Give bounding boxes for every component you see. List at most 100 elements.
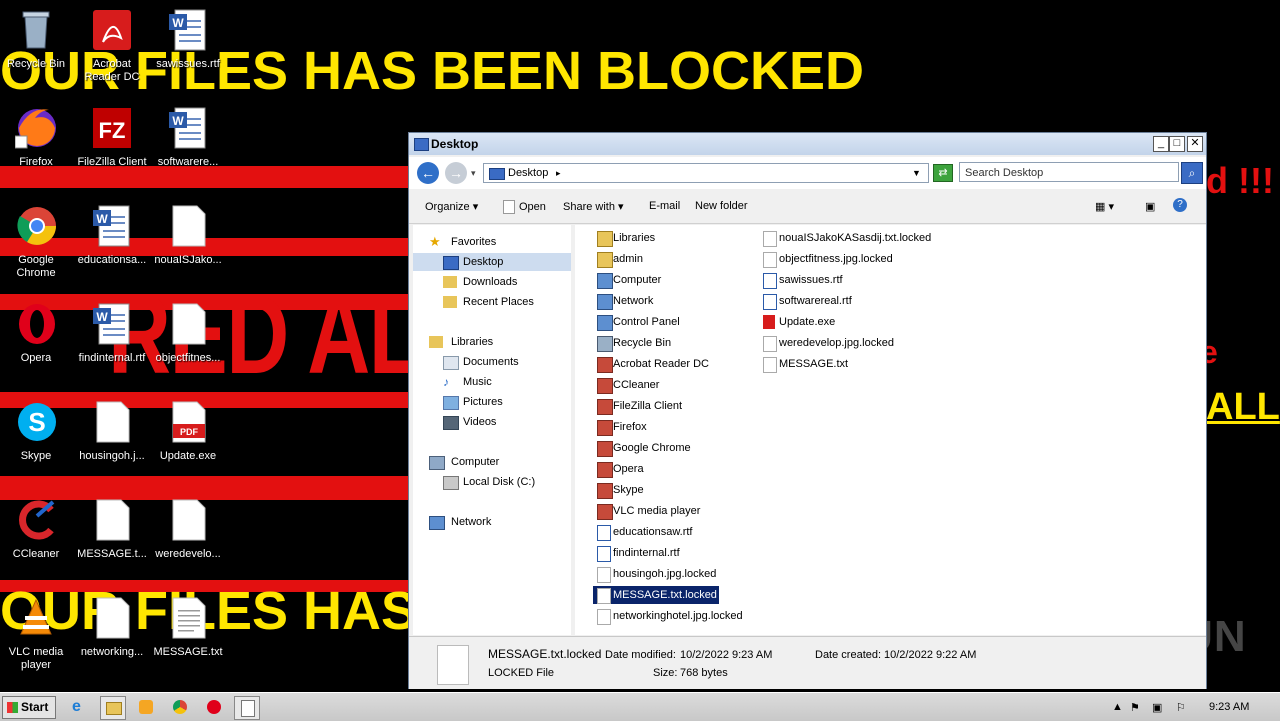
nav-desktop[interactable]: Desktop <box>413 253 571 271</box>
filezilla-icon: FZ <box>91 106 133 150</box>
file-item-recycle-bin[interactable]: Recycle Bin <box>593 334 719 352</box>
desktop-icon-acrobat[interactable]: Acrobat Reader DC <box>74 6 150 96</box>
file-type-icon <box>597 273 613 289</box>
desktop-icon-networking[interactable]: networking... <box>74 594 150 684</box>
file-item-admin[interactable]: admin <box>593 250 719 268</box>
explorer-taskbar-icon[interactable] <box>100 696 126 720</box>
preview-pane-icon[interactable]: ▣ <box>1145 200 1155 213</box>
search-icon[interactable]: ⌕ <box>1181 162 1203 184</box>
desktop-icon-housingoh[interactable]: housingoh.j... <box>74 398 150 488</box>
desktop-icon-filezilla[interactable]: FZ FileZilla Client <box>74 104 150 194</box>
maximize-button[interactable]: □ <box>1169 136 1185 152</box>
share-with-button[interactable]: Share with ▾ <box>563 200 624 213</box>
desktop-icon-objectfitness[interactable]: objectfitnes... <box>150 300 226 390</box>
file-item-objectfitness-jpg-locked[interactable]: objectfitness.jpg.locked <box>759 250 939 268</box>
help-icon[interactable]: ? <box>1173 198 1187 212</box>
desktop-icon-softwarereal[interactable]: W softwarere... <box>150 104 226 194</box>
clock[interactable]: 9:23 AM <box>1209 701 1249 713</box>
recent-pages-dropdown-icon[interactable]: ▾ <box>471 168 476 179</box>
file-item-softwarereal-rtf[interactable]: softwarereal.rtf <box>759 292 939 310</box>
address-bar[interactable]: Desktop ▸ ▼ <box>483 163 929 183</box>
notepad-taskbar-icon[interactable] <box>234 696 260 720</box>
desktop-icon-update-exe[interactable]: PDF Update.exe <box>150 398 226 488</box>
computer-icon <box>429 456 445 470</box>
file-item-sawissues-rtf[interactable]: sawissues.rtf <box>759 271 939 289</box>
desktop-icon-skype[interactable]: S Skype <box>0 398 74 488</box>
desktop-icon-weredevelop[interactable]: weredevelo... <box>150 496 226 586</box>
new-folder-button[interactable]: New folder <box>695 200 748 212</box>
start-button[interactable]: Start <box>2 696 56 719</box>
internet-explorer-icon[interactable]: e <box>68 696 92 718</box>
media-player-icon[interactable] <box>134 696 158 718</box>
close-button[interactable]: ✕ <box>1187 136 1203 152</box>
file-item-label: Libraries <box>613 232 656 244</box>
file-item-message-txt[interactable]: MESSAGE.txt <box>759 355 939 373</box>
desktop-icon-message-txt[interactable]: MESSAGE.txt <box>150 594 226 684</box>
chrome-taskbar-icon[interactable] <box>168 696 192 718</box>
file-item-selected[interactable]: MESSAGE.txt.locked <box>593 586 719 604</box>
file-item-vlc-media-player[interactable]: VLC media player <box>593 502 719 520</box>
desktop-icon-ccleaner[interactable]: CCleaner <box>0 496 74 586</box>
ransom-red-text: d !!! <box>1206 160 1274 201</box>
desktop-icon-message-locked[interactable]: MESSAGE.t... <box>74 496 150 586</box>
organize-button[interactable]: Organize ▾ <box>425 200 478 213</box>
file-item-ccleaner[interactable]: CCleaner <box>593 376 719 394</box>
file-item-acrobat-reader-dc[interactable]: Acrobat Reader DC <box>593 355 719 373</box>
file-item-educationsaw-rtf[interactable]: educationsaw.rtf <box>593 523 719 541</box>
desktop-icon-vlc[interactable]: VLC media player <box>0 594 74 684</box>
file-item-label: Control Panel <box>613 316 680 328</box>
change-view-icon[interactable]: ▦ ▾ <box>1095 200 1114 213</box>
file-item-housingoh-jpg-locked[interactable]: housingoh.jpg.locked <box>593 565 719 583</box>
search-input[interactable]: Search Desktop <box>959 162 1179 182</box>
pictures-icon <box>443 396 459 410</box>
file-item-findinternal-rtf[interactable]: findinternal.rtf <box>593 544 719 562</box>
breadcrumb-chevron-icon[interactable]: ▸ <box>556 164 561 182</box>
file-item-label: softwarereal.rtf <box>779 295 852 307</box>
file-item-libraries[interactable]: Libraries <box>593 229 719 247</box>
skype-icon: S <box>15 400 57 444</box>
explorer-window[interactable]: Desktop _ □ ✕ ← → ▾ Desktop ▸ ▼ ⇄ Search… <box>408 132 1207 689</box>
chrome-icon <box>15 204 57 248</box>
file-item-weredevelop-jpg-locked[interactable]: weredevelop.jpg.locked <box>759 334 939 352</box>
desktop-icon-findinternal[interactable]: W findinternal.rtf <box>74 300 150 390</box>
desktop-icon-opera[interactable]: Opera <box>0 300 74 390</box>
file-type-icon <box>597 252 613 268</box>
file-type-icon <box>597 315 613 331</box>
minimize-button[interactable]: _ <box>1153 136 1169 152</box>
action-center-icon[interactable]: ⚐ <box>1176 701 1186 714</box>
file-item-skype[interactable]: Skype <box>593 481 719 499</box>
file-item-nouaisjakokasasdij-txt-locked[interactable]: nouaISJakoKASasdij.txt.locked <box>759 229 939 247</box>
file-item-control-panel[interactable]: Control Panel <box>593 313 719 331</box>
network-tray-icon[interactable]: ▣ <box>1152 701 1162 714</box>
file-item-network[interactable]: Network <box>593 292 719 310</box>
breadcrumb-desktop[interactable]: Desktop <box>508 164 548 182</box>
open-button[interactable]: Open <box>503 200 546 214</box>
desktop-icon-chrome[interactable]: Google Chrome <box>0 202 74 292</box>
show-hidden-icons[interactable]: ▲ <box>1112 701 1123 713</box>
file-item-computer[interactable]: Computer <box>593 271 719 289</box>
firefox-icon <box>14 106 57 150</box>
file-item-label: CCleaner <box>613 379 660 391</box>
desktop-icon-educationsaw[interactable]: W educationsa... <box>74 202 150 292</box>
file-item-opera[interactable]: Opera <box>593 460 719 478</box>
file-type-icon <box>597 504 613 520</box>
title-bar[interactable]: Desktop _ □ ✕ <box>409 133 1206 155</box>
desktop-icon-recycle-bin[interactable]: Recycle Bin <box>0 6 74 96</box>
desktop-icon-nouaisjako[interactable]: nouaISJako... <box>150 202 226 292</box>
forward-button[interactable]: → <box>445 162 467 184</box>
back-button[interactable]: ← <box>417 162 439 184</box>
refresh-icon[interactable]: ⇄ <box>933 164 953 182</box>
opera-taskbar-icon[interactable] <box>202 696 226 718</box>
file-item-update-exe[interactable]: Update.exe <box>759 313 939 331</box>
flag-icon[interactable]: ⚑ <box>1130 701 1140 714</box>
file-item-label: networkinghotel.jpg.locked <box>613 610 743 622</box>
desktop-icon-firefox[interactable]: Firefox <box>0 104 74 194</box>
file-item-google-chrome[interactable]: Google Chrome <box>593 439 719 457</box>
file-item-networkinghotel-jpg-locked[interactable]: networkinghotel.jpg.locked <box>593 607 743 625</box>
recent-places-icon <box>443 296 457 308</box>
file-item-firefox[interactable]: Firefox <box>593 418 719 436</box>
address-dropdown-icon[interactable]: ▼ <box>912 164 921 182</box>
email-button[interactable]: E-mail <box>649 200 680 212</box>
file-item-filezilla-client[interactable]: FileZilla Client <box>593 397 719 415</box>
desktop-icon-sawissues[interactable]: W sawissues.rtf <box>150 6 226 96</box>
